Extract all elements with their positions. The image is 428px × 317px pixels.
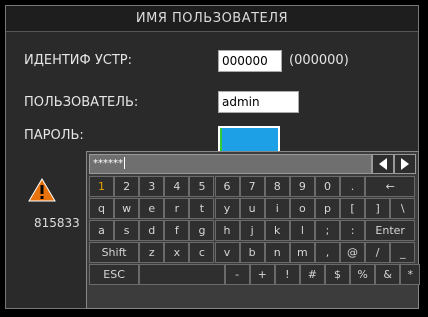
key-6[interactable]: 6 [214,176,240,197]
key-j[interactable]: j [239,220,265,241]
arrow-left-icon [379,158,387,170]
keyboard-row-5: ESC - +! # $% & * [89,264,421,285]
cursor-left-button[interactable] [372,154,394,174]
key-v[interactable]: v [214,242,240,263]
keyboard-input[interactable]: ****** [89,154,372,174]
key-a[interactable]: a [89,220,115,241]
key-m[interactable]: m [289,242,315,263]
device-id-field[interactable]: 000000 [218,50,282,72]
key-o[interactable]: o [289,198,315,219]
keyboard-caret [124,157,125,169]
key-u58[interactable]: : [340,220,366,241]
key-esc[interactable]: ESC [89,264,140,285]
key-4[interactable]: 4 [164,176,190,197]
key-u59[interactable]: ; [314,220,340,241]
key-e[interactable]: e [139,198,165,219]
device-id-label: ИДЕНТИФ УСТР: [24,53,133,68]
key-u45[interactable]: - [224,264,250,285]
password-label: ПАРОЛЬ: [24,128,84,143]
key-shift[interactable]: Shift [89,242,140,263]
key-c[interactable]: c [189,242,215,263]
key-enter[interactable]: Enter [365,220,416,241]
key-7[interactable]: 7 [239,176,265,197]
key-u42[interactable]: * [400,264,421,285]
keyboard-row-1: 1 2 3 4 5 6 7 8 9 0. ← [89,176,416,197]
user-field[interactable]: admin [218,91,299,113]
key-s[interactable]: s [114,220,140,241]
keyboard-row-4: Shift z x c v b n m, @ / _ [89,242,416,263]
key-u93[interactable]: ] [365,198,391,219]
key-t[interactable]: t [189,198,215,219]
key-h[interactable]: h [214,220,240,241]
key-g[interactable]: g [189,220,215,241]
key-u[interactable]: u [239,198,265,219]
user-label: ПОЛЬЗОВАТЕЛЬ: [24,95,139,110]
key-u95[interactable]: _ [390,242,416,263]
warning-icon [28,178,56,206]
code-text: 815833 [34,216,80,230]
key-u44[interactable]: , [314,242,340,263]
key-3[interactable]: 3 [139,176,165,197]
keyboard-input-text: ****** [93,158,123,169]
key-x[interactable]: x [164,242,190,263]
key-u92[interactable]: \ [390,198,416,219]
key-q[interactable]: q [89,198,115,219]
virtual-keyboard: ****** 1 2 3 4 5 6 7 8 9 0. ← q w e r t y u i o p[] \ asdfgh… [86,151,421,309]
key-u37[interactable]: % [350,264,376,285]
key-w[interactable]: w [114,198,140,219]
key-1[interactable]: 1 [89,176,115,197]
key-f[interactable]: f [164,220,190,241]
key-u91[interactable]: [ [340,198,366,219]
key-u64[interactable]: @ [340,242,366,263]
password-cursor [220,128,222,151]
dialog-title: ИМЯ ПОЛЬЗОВАТЕЛЯ [6,6,418,32]
key-i[interactable]: i [264,198,290,219]
key-5[interactable]: 5 [189,176,215,197]
key-u33[interactable]: ! [274,264,300,285]
keyboard-row-2: q w e r t y u i o p[] \ [89,198,416,219]
key-0[interactable]: 0 [314,176,340,197]
key-space[interactable] [139,264,225,285]
key-u43[interactable]: + [249,264,275,285]
key-u47[interactable]: / [365,242,391,263]
key-u35[interactable]: # [299,264,325,285]
key-k[interactable]: k [264,220,290,241]
key-u38[interactable]: & [375,264,401,285]
key-d[interactable]: d [139,220,165,241]
key-u46[interactable]: . [340,176,366,197]
key-p[interactable]: p [314,198,340,219]
key-n[interactable]: n [264,242,290,263]
keyboard-row-3: a s d f g h j k l;: Enter [89,220,416,241]
key-z[interactable]: z [139,242,165,263]
key-l[interactable]: l [289,220,315,241]
device-id-hint: (000000) [289,53,349,68]
key-y[interactable]: y [214,198,240,219]
arrow-right-icon [401,158,409,170]
key-r[interactable]: r [164,198,190,219]
key-8[interactable]: 8 [264,176,290,197]
key-u36[interactable]: $ [324,264,351,285]
key-u8592[interactable]: ← [365,176,416,197]
cursor-right-button[interactable] [394,154,416,174]
password-field[interactable] [218,126,280,153]
key-2[interactable]: 2 [114,176,140,197]
key-9[interactable]: 9 [289,176,315,197]
key-b[interactable]: b [239,242,265,263]
